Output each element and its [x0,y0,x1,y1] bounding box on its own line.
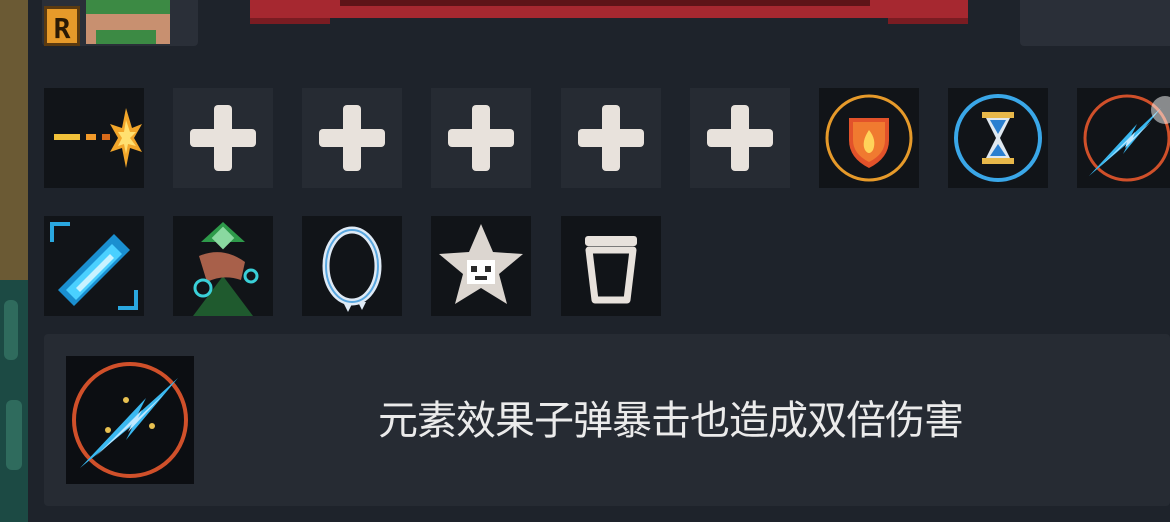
top-right-panel [1020,0,1170,46]
rank-badge: R [44,6,80,46]
skill-slot-lightning-crit[interactable] [1077,88,1170,188]
skill-description: 元素效果子弹暴击也造成双倍伤害 [378,398,964,444]
skill-slot-empty-3[interactable] [431,88,531,188]
skill-slot-empty-5[interactable] [690,88,790,188]
player-avatar[interactable]: R [42,0,198,46]
star-face-icon [439,224,523,304]
world-background [0,0,28,522]
plus-icon [578,105,644,171]
skill-slot-trash[interactable] [561,216,661,316]
skill-slot-fire-shield[interactable] [819,88,919,188]
skill-slot-star-badge[interactable] [431,216,531,316]
wizard-hat-icon [193,222,259,316]
skill-slot-hourglass[interactable] [948,88,1048,188]
skill-info-panel: 元素效果子弹暴击也造成双倍伤害 [44,334,1170,506]
title-banner [250,0,968,24]
hero-portrait [86,0,170,44]
trees-decoration [0,280,28,522]
skill-slot-wizard-hat[interactable] [173,216,273,316]
laser-beam-icon [50,222,138,310]
plus-icon [448,105,514,171]
trash-can-icon [585,236,637,304]
plus-icon [707,105,773,171]
plus-icon [190,105,256,171]
lightning-bolt-icon [72,362,188,478]
bullet-spark-icon [54,108,142,168]
hourglass-icon [954,94,1042,182]
skill-slot-laser-beam[interactable] [44,216,144,316]
plus-icon [319,105,385,171]
skill-slot-bullet-spark[interactable] [44,88,144,188]
lightning-bolt-icon [1083,94,1170,182]
selected-skill-icon [66,356,194,484]
ice-ring-icon [322,226,382,312]
skill-slot-empty-4[interactable] [561,88,661,188]
skill-panel: R 元素效果子弹暴击也造成双倍伤害 [28,0,1170,522]
skill-slot-empty-2[interactable] [302,88,402,188]
fire-shield-icon [825,94,913,182]
skill-slot-ice-ring[interactable] [302,216,402,316]
skill-slot-empty-1[interactable] [173,88,273,188]
